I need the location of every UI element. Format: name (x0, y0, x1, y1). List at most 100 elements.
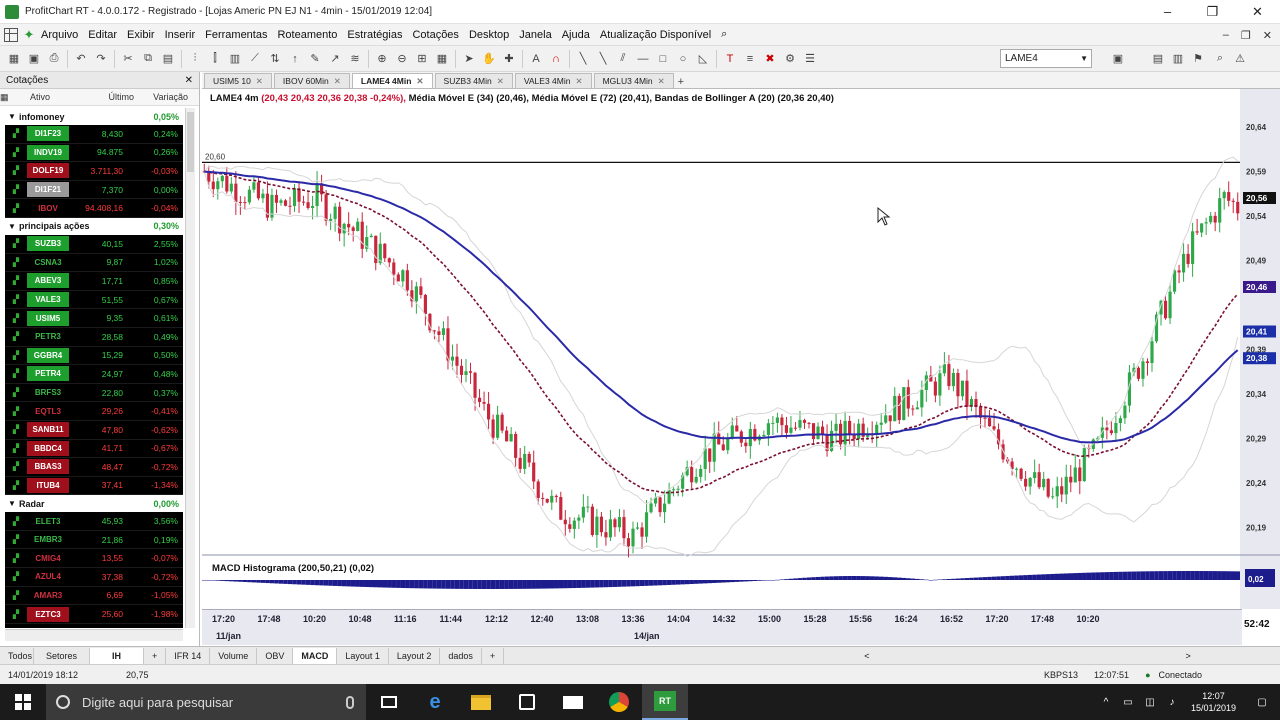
chart-icon[interactable]: ▞ (5, 384, 27, 402)
panel-tab-todos[interactable]: Todos (0, 647, 34, 664)
close-tab-icon[interactable]: ✕ (334, 76, 341, 86)
paste-icon[interactable]: ▤ (159, 50, 177, 68)
quote-row[interactable]: ▞ PETR4 24,97 0,48% (5, 365, 183, 384)
chart-tab[interactable]: MGLU3 4Min ✕ (593, 73, 674, 88)
doc-icon[interactable]: ▥ (1169, 50, 1187, 68)
pen-icon[interactable]: ✎ (306, 50, 324, 68)
close-tab-icon[interactable]: ✕ (658, 76, 665, 86)
chart-icon[interactable]: ▞ (5, 421, 27, 439)
filter-icon[interactable]: ▦ (0, 92, 30, 103)
save-icon[interactable]: ▣ (25, 50, 43, 68)
chart-type-icon[interactable]: ⫶ (186, 50, 204, 68)
quote-row[interactable]: ▞ BBAS3 48,47 -0,72% (5, 458, 183, 477)
quote-row[interactable]: ▞ BRFS3 22,80 0,37% (5, 384, 183, 403)
add-panel-tab[interactable]: + (144, 647, 167, 664)
mail-icon[interactable] (550, 684, 596, 720)
chart-tab[interactable]: VALE3 4Min ✕ (514, 73, 592, 88)
chart-icon[interactable]: ▞ (5, 235, 27, 253)
chart-tab-dados[interactable]: dados (440, 647, 482, 664)
quote-row[interactable]: ▞ AMAR3 6,69 -1,05% (5, 587, 183, 606)
arrow-up-icon[interactable]: ↑ (286, 50, 304, 68)
book-icon[interactable]: ▣ (1109, 50, 1127, 68)
menu-editar[interactable]: Editar (83, 29, 122, 41)
battery-icon[interactable]: ▭ (1117, 697, 1139, 708)
menu-ajuda[interactable]: Ajuda (557, 29, 595, 41)
file-explorer-icon[interactable] (458, 684, 504, 720)
quote-row[interactable]: ▞ EZTC3 25,60 -1,98% (5, 605, 183, 624)
chart-icon[interactable]: ▞ (5, 512, 27, 530)
zoom-out-icon[interactable]: ⊖ (393, 50, 411, 68)
chart-tab[interactable]: SUZB3 4Min ✕ (434, 73, 513, 88)
close-tab-icon[interactable]: ✕ (416, 76, 423, 86)
collapse-icon[interactable]: ▼ (5, 112, 19, 121)
chart-icon[interactable]: ▞ (5, 181, 27, 199)
line-tool-icon[interactable]: ╲ (574, 50, 592, 68)
fibo-icon[interactable]: ≋ (346, 50, 364, 68)
chart-icon[interactable]: ▞ (5, 568, 27, 586)
fibo-retrace-icon[interactable]: ≡ (741, 50, 759, 68)
minimize-button[interactable]: – (1145, 0, 1190, 24)
menu-cotacoes[interactable]: Cotações (407, 29, 463, 41)
close-tab-icon[interactable]: ✕ (497, 76, 504, 86)
chart-icon[interactable]: ▞ (5, 587, 27, 605)
menu-roteamento[interactable]: Roteamento (272, 29, 342, 41)
chart-icon[interactable]: ▞ (5, 347, 27, 365)
menu-exibir[interactable]: Exibir (122, 29, 160, 41)
menu-inserir[interactable]: Inserir (160, 29, 201, 41)
chart-icon[interactable]: ▞ (5, 402, 27, 420)
quote-row[interactable]: ▞ CSNA3 9,87 1,02% (5, 254, 183, 273)
quote-row[interactable]: ▞ DOLF19 3.711,30 -0,03% (5, 162, 183, 181)
channel-tool-icon[interactable]: ⫽ (614, 50, 632, 68)
chart-tab[interactable]: USIM5 10 ✕ (204, 73, 272, 88)
refresh-icon[interactable]: ✦ (22, 27, 36, 42)
chart-icon[interactable]: ▞ (5, 162, 27, 180)
zoom-fit-icon[interactable]: ⊞ (413, 50, 431, 68)
settings-tool-icon[interactable]: ⚙ (781, 50, 799, 68)
col-ativo[interactable]: Ativo (30, 92, 80, 102)
mdi-close-icon[interactable]: ✕ (1263, 29, 1272, 42)
chart-tab-layout2[interactable]: Layout 2 (389, 647, 441, 664)
collapse-icon[interactable]: ▼ (5, 222, 19, 231)
quote-row[interactable]: ▞ EQTL3 29,26 -0,41% (5, 402, 183, 421)
quote-row[interactable]: ▞ VALE3 51,55 0,67% (5, 291, 183, 310)
quote-row[interactable]: ▞ IBOV 94.408,16 -0,04% (5, 199, 183, 218)
quote-row[interactable]: ▞ GGBR4 15,29 0,50% (5, 347, 183, 366)
mdi-restore-icon[interactable]: ❐ (1241, 29, 1251, 42)
search-icon[interactable]: ⌕ (716, 28, 732, 41)
task-view-icon[interactable] (366, 684, 412, 720)
delete-drawing-icon[interactable]: ✖ (761, 50, 779, 68)
scroll-left-icon[interactable]: < (864, 651, 869, 661)
hand-icon[interactable]: ✋ (480, 50, 498, 68)
cursor-icon[interactable]: ➤ (460, 50, 478, 68)
chart-icon[interactable]: ▞ (5, 125, 27, 143)
quote-row[interactable]: ▞ AZUL4 37,38 -0,72% (5, 568, 183, 587)
close-panel-icon[interactable]: ✕ (185, 75, 193, 86)
chart-icon[interactable]: ▞ (5, 199, 27, 217)
lines-icon[interactable]: ☰ (801, 50, 819, 68)
ticker-select[interactable]: LAME4 ▼ (1000, 49, 1092, 68)
chart-area[interactable]: 20,60 20,64 20,59 20,54 20,49 20,39 20,34 20,29… (202, 89, 1280, 646)
quotes-hscrollbar[interactable] (5, 629, 183, 641)
candle-icon[interactable]: ⫿ (206, 50, 224, 68)
quote-row[interactable]: ▞ PETR3 28,58 0,49% (5, 328, 183, 347)
close-tab-icon[interactable]: ✕ (575, 76, 582, 86)
text-insert-icon[interactable]: T (721, 50, 739, 68)
order-icon[interactable]: ▤ (1149, 50, 1167, 68)
chart-tab-macd[interactable]: MACD (293, 647, 338, 664)
chrome-icon[interactable] (596, 684, 642, 720)
chart-icon[interactable]: ▞ (5, 272, 27, 290)
menu-ferramentas[interactable]: Ferramentas (200, 29, 272, 41)
quote-row[interactable]: ▞ DI1F23 8,430 0,24% (5, 125, 183, 144)
chart-icon[interactable]: ▞ (5, 458, 27, 476)
rect-tool-icon[interactable]: □ (654, 50, 672, 68)
quote-row[interactable]: ▞ INDV19 94.875 0,26% (5, 144, 183, 163)
taskbar-clock[interactable]: 12:07 15/01/2019 (1183, 690, 1244, 714)
ellipse-tool-icon[interactable]: ○ (674, 50, 692, 68)
chart-icon[interactable]: ▞ (5, 254, 27, 272)
quote-row[interactable]: ▞ ELET3 45,93 3,56% (5, 512, 183, 531)
layout-icon[interactable]: ▦ (5, 50, 23, 68)
chart-icon[interactable]: ▞ (5, 531, 27, 549)
menu-janela[interactable]: Janela (514, 29, 556, 41)
grid-view-icon[interactable]: ▦ (433, 50, 451, 68)
chart-icon[interactable]: ▞ (5, 144, 27, 162)
